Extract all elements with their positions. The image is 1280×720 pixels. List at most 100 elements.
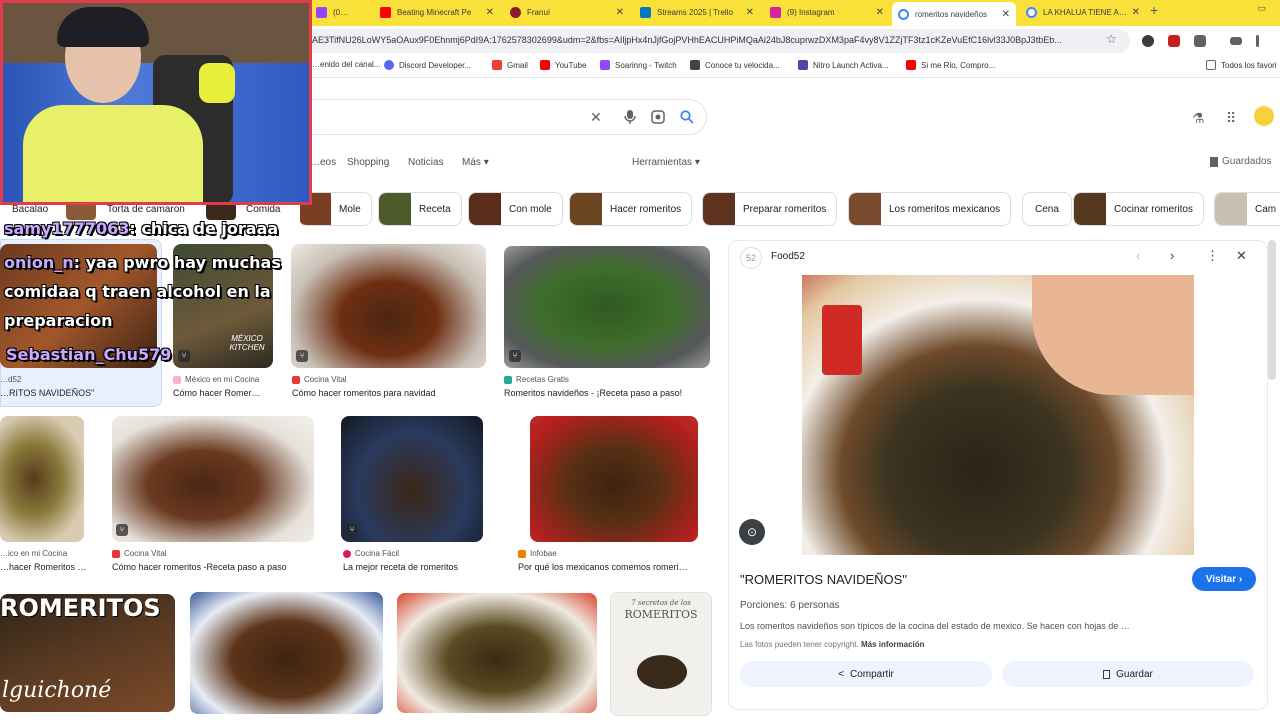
extension-icon[interactable] xyxy=(1168,35,1180,47)
result-image[interactable] xyxy=(190,592,383,714)
result-image[interactable] xyxy=(291,244,486,368)
chip-preparar-romeritos[interactable]: Preparar romeritos xyxy=(702,192,838,226)
bookmark-item[interactable]: Si me Rio, Compro... xyxy=(906,60,995,70)
close-icon[interactable]: ✕ xyxy=(1236,248,1247,264)
window-restore-icon[interactable]: ▭ xyxy=(1257,3,1266,14)
source-label: Recetas Gratis xyxy=(516,375,569,384)
bookmark-item[interactable]: …enido del canal... xyxy=(312,60,381,69)
more-options-icon[interactable]: ⋮ xyxy=(1206,248,1219,264)
result-title[interactable]: Cómo hacer Romer… xyxy=(173,388,273,398)
youtube-icon xyxy=(540,60,550,70)
bookmark-item[interactable]: YouTube xyxy=(540,60,586,70)
bookmark-item[interactable]: Gmail xyxy=(492,60,528,70)
visit-button[interactable]: Visitar › xyxy=(1192,567,1256,591)
tab-news[interactable]: Noticias xyxy=(408,157,444,168)
chip-thumbnail xyxy=(849,193,881,225)
result-title[interactable]: La mejor receta de romeritos xyxy=(343,562,493,572)
chat-username: Sebastian_Chu579 xyxy=(6,345,172,364)
copyright-text: Las fotos pueden tener copyright. xyxy=(740,640,859,649)
result-title[interactable]: …RITOS NAVIDEÑOS" xyxy=(0,388,158,398)
result-image[interactable]: ROMERITOS lguichoné xyxy=(0,594,175,712)
close-tab-icon[interactable]: ✕ xyxy=(876,7,884,18)
bookmark-label: …enido del canal... xyxy=(312,60,381,69)
result-title[interactable]: Por qué los mexicanos comemos romeri… xyxy=(518,562,710,572)
extension-icon[interactable] xyxy=(1142,35,1154,47)
chip-receta[interactable]: Receta xyxy=(378,192,462,226)
preview-image[interactable] xyxy=(802,275,1194,555)
tab-trello[interactable]: Streams 2025 | Trello ✕ xyxy=(634,2,760,22)
tab-videos[interactable]: …eos xyxy=(310,157,336,168)
saved-button[interactable]: Guardados xyxy=(1210,156,1271,167)
source-label: Cocina Vital xyxy=(124,549,167,558)
chip-label: Hacer romeritos xyxy=(610,203,682,215)
bookmark-item[interactable]: Discord Developer... xyxy=(384,60,471,70)
save-button[interactable]: Guardar xyxy=(1002,661,1254,687)
tab-khalua[interactable]: LA KHALUA TIENE A… ✕ xyxy=(1020,2,1146,22)
preview-site-name[interactable]: Food52 xyxy=(771,251,805,262)
chip-con-mole[interactable]: Con mole xyxy=(468,192,563,226)
more-info-link[interactable]: Más información xyxy=(861,640,925,649)
next-icon[interactable]: › xyxy=(1170,248,1174,263)
result-title[interactable]: …hacer Romeritos … xyxy=(0,562,95,572)
tab-romeritos[interactable]: romeritos navideños ✕ xyxy=(892,2,1016,26)
tools-button[interactable]: Herramientas ▾ xyxy=(632,157,700,168)
tab-more[interactable]: Más ▾ xyxy=(462,157,489,168)
close-tab-icon[interactable]: ✕ xyxy=(746,7,754,18)
apps-grid-icon[interactable]: ⠿ xyxy=(1226,110,1236,127)
result-title[interactable]: Romeritos navideños - ¡Receta paso a pas… xyxy=(504,388,710,398)
search-input[interactable] xyxy=(300,99,707,135)
chip-cocinar-romeritos[interactable]: Cocinar romeritos xyxy=(1073,192,1204,226)
bookmark-item[interactable]: Conoce tu velocida... xyxy=(690,60,780,70)
bookmark-item[interactable]: Nitro Launch Activa... xyxy=(798,60,889,70)
close-tab-icon[interactable]: ✕ xyxy=(616,7,624,18)
avatar[interactable] xyxy=(1254,106,1274,126)
tab-instagram[interactable]: (9) Instagram ✕ xyxy=(764,2,890,22)
media-icon[interactable] xyxy=(1230,37,1242,45)
lens-search-icon[interactable]: ⊙ xyxy=(739,519,765,545)
all-bookmarks[interactable]: Todos los favori xyxy=(1206,60,1277,70)
result-image[interactable] xyxy=(530,416,698,542)
result-image[interactable] xyxy=(341,416,483,542)
chip-thumbnail xyxy=(469,193,501,225)
result-image[interactable] xyxy=(0,416,84,542)
result-image[interactable] xyxy=(397,593,597,713)
chip-cena[interactable]: Cena xyxy=(1022,192,1072,226)
share-button[interactable]: < Compartir xyxy=(740,661,992,687)
chevron-down-icon: ▾ xyxy=(694,157,700,168)
menu-kebab-icon[interactable] xyxy=(1256,35,1259,47)
chip-label: Cam xyxy=(1255,203,1277,215)
close-tab-icon[interactable]: ✕ xyxy=(486,7,494,18)
microphone-icon[interactable] xyxy=(624,110,636,124)
recipe-badge-icon: ⑂ xyxy=(116,524,128,536)
scrollbar[interactable] xyxy=(1268,240,1276,380)
tab-shopping[interactable]: Shopping xyxy=(347,157,389,168)
previous-icon[interactable]: ‹ xyxy=(1136,248,1140,263)
candle-shape xyxy=(822,305,862,375)
result-image-book[interactable]: 7 secretos de los ROMERITOS xyxy=(610,592,712,716)
close-tab-icon[interactable]: ✕ xyxy=(1002,9,1010,20)
puzzle-icon[interactable] xyxy=(1194,35,1206,47)
chip-hacer-romeritos[interactable]: Hacer romeritos xyxy=(569,192,693,226)
result-title[interactable]: Cómo hacer romeritos para navidad xyxy=(292,388,482,398)
address-bar[interactable]: AE3TifNU26LoWY5aOAux9F0Ehnmj6PdI9A:17625… xyxy=(300,29,1130,53)
lens-icon[interactable] xyxy=(651,110,665,124)
source-label: Cocina Fácil xyxy=(355,549,400,558)
labs-flask-icon[interactable]: ⚗ xyxy=(1192,110,1205,127)
tab-twitch[interactable]: (0… xyxy=(310,2,370,22)
new-tab-icon[interactable]: + xyxy=(1150,2,1158,18)
bookmark-star-icon[interactable]: ☆ xyxy=(1106,32,1117,46)
chip-los-romeritos-mexicanos[interactable]: Los romeritos mexicanos xyxy=(848,192,1012,226)
bookmark-item[interactable]: Soarinng - Twitch xyxy=(600,60,677,70)
tab-franui[interactable]: Franuí ✕ xyxy=(504,2,630,22)
site-favicon xyxy=(292,375,300,384)
close-tab-icon[interactable]: ✕ xyxy=(1132,7,1140,18)
search-icon[interactable] xyxy=(680,110,694,124)
preview-title[interactable]: "ROMERITOS NAVIDEÑOS" xyxy=(740,572,907,587)
result-title[interactable]: Cómo hacer romeritos -Receta paso a paso xyxy=(112,562,312,572)
result-image[interactable] xyxy=(112,416,314,542)
chat-message: comidaa q traen alcohol en la xyxy=(4,277,271,306)
result-image[interactable] xyxy=(504,246,710,368)
clear-search-icon[interactable]: ✕ xyxy=(590,110,602,124)
tab-youtube-minecraft[interactable]: Beating Minecraft Pe ✕ xyxy=(374,2,500,22)
chip-cam[interactable]: Cam xyxy=(1214,192,1280,226)
